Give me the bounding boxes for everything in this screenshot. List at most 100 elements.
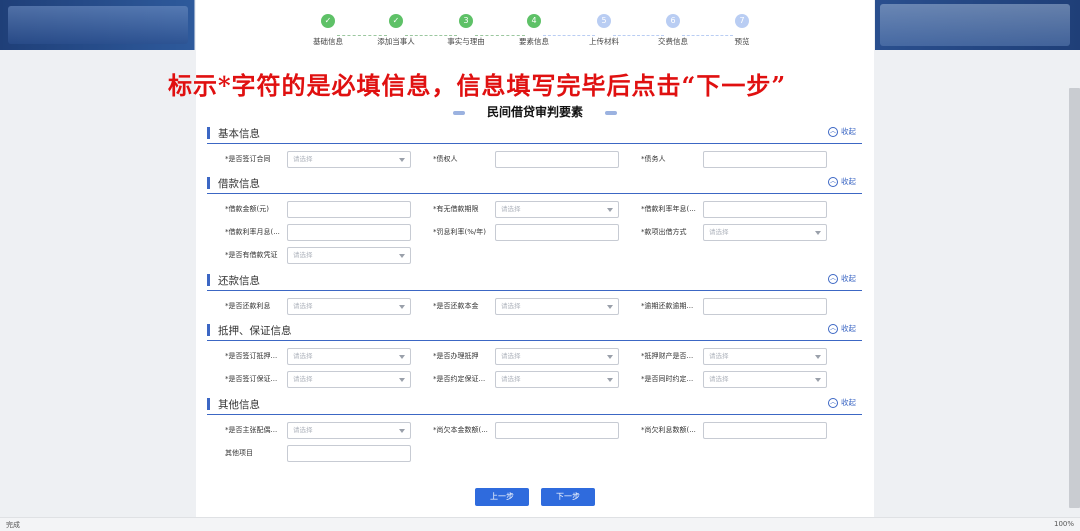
step-2: ✓ 添加当事人: [356, 14, 436, 47]
page-scrollbar[interactable]: [1069, 88, 1080, 508]
field-label: *债权人: [433, 155, 458, 163]
chevron-up-icon: ︿: [828, 324, 838, 334]
chevron-up-icon: ︿: [828, 398, 838, 408]
field-label: *是否还款本金: [433, 302, 479, 310]
field-label: *逾期还款逾期...: [641, 302, 694, 310]
select-dropdown[interactable]: 请选择: [287, 371, 411, 388]
field-label: *尚欠利息数额(...: [641, 426, 696, 434]
chevron-down-icon: [607, 378, 613, 382]
field-label: *罚息利率(%/年): [433, 228, 486, 236]
select-dropdown[interactable]: 请选择: [287, 348, 411, 365]
section-header-4: 抵押、保证信息 ︿ 收起: [207, 321, 862, 341]
chevron-down-icon: [607, 305, 613, 309]
select-dropdown[interactable]: 请选择: [703, 371, 827, 388]
form-field: *是否同时约定... 请选择: [641, 371, 841, 388]
form-field: *款项出借方式 请选择: [641, 224, 841, 241]
form-field: *借款利率月息(...: [225, 224, 425, 241]
select-dropdown[interactable]: 请选择: [287, 151, 411, 168]
select-placeholder: 请选择: [293, 155, 313, 163]
select-dropdown[interactable]: 请选择: [287, 298, 411, 315]
select-dropdown[interactable]: 请选择: [495, 201, 619, 218]
form-field: *债权人: [433, 151, 633, 168]
select-placeholder: 请选择: [709, 352, 729, 360]
select-placeholder: 请选择: [709, 375, 729, 383]
field-label: *抵押财产是否...: [641, 352, 694, 360]
select-dropdown[interactable]: 请选择: [703, 348, 827, 365]
section-title: 还款信息: [218, 275, 260, 287]
text-input[interactable]: [287, 445, 411, 462]
field-label: *是否主张配偶...: [225, 426, 278, 434]
form-field: *罚息利率(%/年): [433, 224, 633, 241]
field-label: *是否有借款凭证: [225, 251, 278, 259]
collapse-toggle[interactable]: ︿ 收起: [828, 273, 856, 284]
form-field: *是否约定保证... 请选择: [433, 371, 633, 388]
form-field: *抵押财产是否... 请选择: [641, 348, 841, 365]
field-label: 其他项目: [225, 449, 253, 457]
zoom-level[interactable]: 100%: [1054, 520, 1074, 528]
select-placeholder: 请选择: [501, 375, 521, 383]
form-field: *是否有借款凭证 请选择: [225, 247, 425, 264]
select-dropdown[interactable]: 请选择: [287, 422, 411, 439]
text-input[interactable]: [495, 151, 619, 168]
collapse-label: 收起: [841, 177, 856, 186]
field-label: *款项出借方式: [641, 228, 687, 236]
form-field: *有无借款期限 请选择: [433, 201, 633, 218]
collapse-label: 收起: [841, 274, 856, 283]
banner-right-image: [880, 4, 1070, 46]
text-input[interactable]: [495, 422, 619, 439]
step-1-marker: ✓: [321, 14, 335, 28]
text-input[interactable]: [703, 201, 827, 218]
collapse-toggle[interactable]: ︿ 收起: [828, 126, 856, 137]
step-5: 5 上传材料: [564, 14, 644, 47]
collapse-toggle[interactable]: ︿ 收起: [828, 176, 856, 187]
section-title: 抵押、保证信息: [218, 325, 292, 337]
chevron-down-icon: [815, 355, 821, 359]
next-step-button[interactable]: 下一步: [541, 488, 595, 506]
section-accent: [207, 177, 210, 189]
step-7: 7 预览: [702, 14, 782, 47]
prev-step-button[interactable]: 上一步: [475, 488, 529, 506]
section-header-2: 借款信息 ︿ 收起: [207, 174, 862, 194]
collapse-toggle[interactable]: ︿ 收起: [828, 323, 856, 334]
select-dropdown[interactable]: 请选择: [495, 371, 619, 388]
select-dropdown[interactable]: 请选择: [703, 224, 827, 241]
select-dropdown[interactable]: 请选择: [287, 247, 411, 264]
text-input[interactable]: [703, 298, 827, 315]
form-field: *尚欠本金数额(...: [433, 422, 633, 439]
chevron-down-icon: [399, 429, 405, 433]
chevron-up-icon: ︿: [828, 177, 838, 187]
field-label: *是否签订抵押...: [225, 352, 278, 360]
field-label: *是否签订保证...: [225, 375, 278, 383]
select-placeholder: 请选择: [293, 375, 313, 383]
field-label: *是否同时约定...: [641, 375, 694, 383]
form-field: *是否主张配偶... 请选择: [225, 422, 425, 439]
form-field: *是否签订合同 请选择: [225, 151, 425, 168]
collapse-label: 收起: [841, 127, 856, 136]
step-7-marker: 7: [735, 14, 749, 28]
text-input[interactable]: [287, 201, 411, 218]
collapse-toggle[interactable]: ︿ 收起: [828, 397, 856, 408]
section-accent: [207, 398, 210, 410]
collapse-label: 收起: [841, 324, 856, 333]
form-field: *是否办理抵押 请选择: [433, 348, 633, 365]
text-input[interactable]: [287, 224, 411, 241]
step-7-label: 预览: [734, 37, 750, 46]
form-title: 民间借贷审判要素: [196, 103, 874, 120]
form-title-text: 民间借贷审判要素: [486, 105, 583, 119]
status-bar: 完成 100%: [0, 517, 1080, 531]
field-label: *尚欠本金数额(...: [433, 426, 488, 434]
select-placeholder: 请选择: [293, 251, 313, 259]
text-input[interactable]: [703, 151, 827, 168]
step-5-label: 上传材料: [589, 37, 619, 46]
text-input[interactable]: [703, 422, 827, 439]
select-placeholder: 请选择: [501, 302, 521, 310]
status-text: 完成: [6, 521, 20, 529]
select-dropdown[interactable]: 请选择: [495, 348, 619, 365]
chevron-down-icon: [399, 158, 405, 162]
field-label: *是否约定保证...: [433, 375, 486, 383]
text-input[interactable]: [495, 224, 619, 241]
step-6-label: 交费信息: [658, 37, 688, 46]
step-5-marker: 5: [597, 14, 611, 28]
select-dropdown[interactable]: 请选择: [495, 298, 619, 315]
progress-steps: ✓ 基础信息 ✓ 添加当事人 3 事实与理由 4 要素信息 5 上传材料 6 交费信息 7 预览: [196, 14, 874, 54]
